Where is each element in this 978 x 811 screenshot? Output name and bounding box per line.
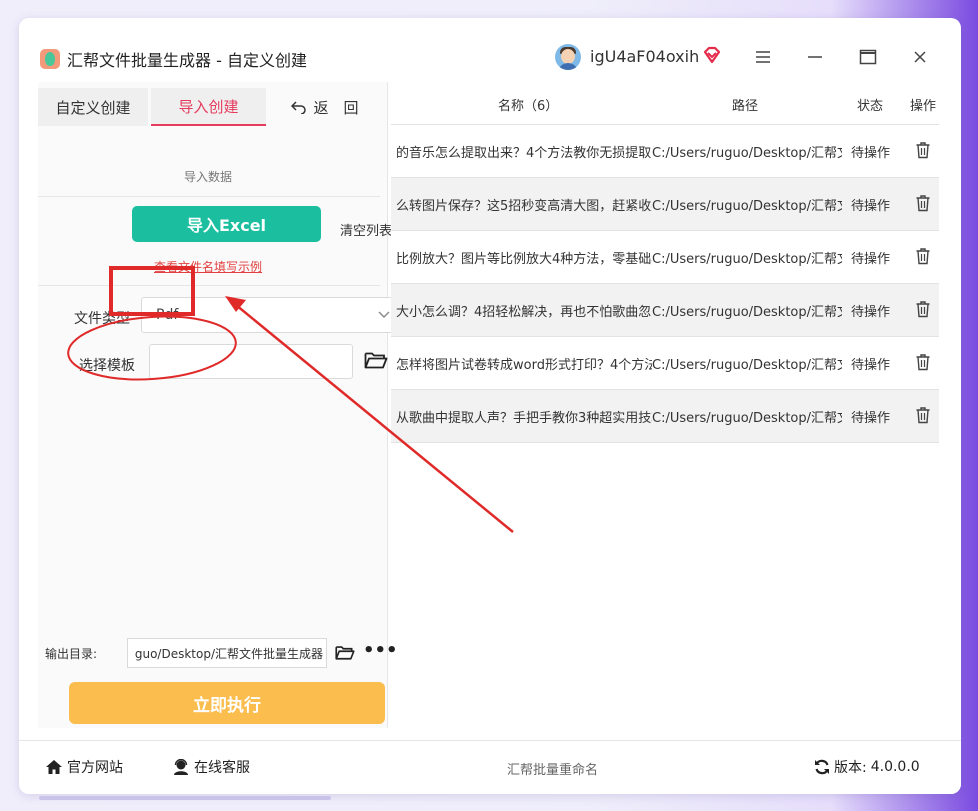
menu-icon[interactable] [752, 46, 774, 68]
header-status: 状态 [857, 99, 884, 114]
cell-status: 待操作 [851, 199, 891, 214]
run-now-button[interactable]: 立即执行 [69, 682, 385, 724]
output-dir-value: guo/Desktop/汇帮文件批量生成器 [134, 647, 323, 661]
header-action: 操作 [910, 99, 937, 114]
online-support-link[interactable]: 在线客服 [172, 757, 250, 777]
header-path: 路径 [732, 99, 759, 114]
output-dir-input[interactable]: guo/Desktop/汇帮文件批量生成器 [127, 638, 327, 668]
maximize-icon[interactable] [857, 46, 879, 68]
left-panel: 自定义创建 导入创建 返 回 导入数据 导入Excel 清空列表 查看文件名填写… [38, 82, 400, 728]
undo-icon [291, 101, 307, 114]
table-row[interactable]: 大小怎么调？4招轻松解决，再也不怕歌曲忽大 C:/Users/ruguo/Desk… [391, 283, 939, 336]
output-folder-icon[interactable] [335, 644, 355, 661]
import-excel-button[interactable]: 导入Excel [132, 206, 321, 242]
cell-name: 比例放大？图片等比例放大4种方法，零基础秒 [396, 252, 652, 267]
close-icon[interactable] [909, 46, 931, 68]
folder-open-icon[interactable] [364, 350, 388, 370]
decorative-bar [39, 796, 331, 800]
version-label: 版本: [834, 760, 867, 776]
cell-status: 待操作 [851, 411, 891, 426]
cell-path: C:/Users/ruguo/Desktop/汇帮文 [652, 305, 842, 320]
user-avatar[interactable] [555, 44, 581, 70]
chevron-down-icon [378, 311, 390, 318]
file-type-label: 文件类型 [74, 311, 130, 327]
trash-icon[interactable] [915, 141, 931, 159]
table-row[interactable]: 从歌曲中提取人声？手把手教你3种超实用技巧 C:/Users/ruguo/Desk… [391, 389, 939, 442]
divider [38, 285, 380, 286]
status-bar: 官方网站 在线客服 汇帮批量重命名 版本: 4.0.0.0 [19, 740, 961, 794]
table-row[interactable]: 怎样将图片试卷转成word形式打印？4个方法 C:/Users/ruguo/Des… [391, 336, 939, 389]
app-logo-icon [40, 49, 60, 69]
vip-diamond-icon[interactable] [702, 45, 722, 65]
minimize-icon[interactable] [804, 46, 826, 68]
title-bar: 汇帮文件批量生成器 - 自定义创建 igU4aF04oxih [19, 18, 961, 82]
cell-status: 待操作 [851, 146, 891, 161]
product-name: 汇帮批量重命名 [507, 763, 599, 778]
refresh-icon [815, 759, 829, 775]
cell-path: C:/Users/ruguo/Desktop/汇帮文 [652, 411, 842, 426]
template-label: 选择模板 [79, 358, 135, 374]
cell-name: 的音乐怎么提取出来？4个方法教你无损提取， [396, 146, 652, 161]
trash-icon[interactable] [915, 194, 931, 212]
app-window: 汇帮文件批量生成器 - 自定义创建 igU4aF04oxih 自定义创建 导入创… [19, 18, 961, 794]
cell-status: 待操作 [851, 252, 891, 267]
back-label: 返 回 [313, 98, 359, 117]
back-button[interactable]: 返 回 [270, 88, 380, 126]
output-dir-label: 输出目录: [45, 647, 98, 661]
cell-name: 大小怎么调？4招轻松解决，再也不怕歌曲忽大 [396, 305, 652, 320]
app-title: 汇帮文件批量生成器 - 自定义创建 [67, 51, 307, 70]
template-input[interactable] [149, 344, 353, 379]
table-row[interactable]: 的音乐怎么提取出来？4个方法教你无损提取， C:/Users/ruguo/Desk… [391, 124, 939, 177]
filename-example-link[interactable]: 查看文件名填写示例 [38, 258, 378, 275]
tab-custom-create[interactable]: 自定义创建 [38, 88, 148, 126]
version-number: 4.0.0.0 [870, 759, 920, 775]
table-bottom-border [391, 442, 939, 443]
trash-icon[interactable] [915, 300, 931, 318]
cell-path: C:/Users/ruguo/Desktop/汇帮文 [652, 252, 842, 267]
trash-icon[interactable] [915, 406, 931, 424]
cell-name: 从歌曲中提取人声？手把手教你3种超实用技巧 [396, 411, 652, 426]
cell-status: 待操作 [851, 305, 891, 320]
table-row[interactable]: 么转图片保存？这5招秒变高清大图，赶紧收藏 C:/Users/ruguo/Desk… [391, 177, 939, 230]
cell-name: 怎样将图片试卷转成word形式打印？4个方法 [396, 358, 652, 373]
file-type-select[interactable]: Pdf [141, 297, 400, 333]
cell-path: C:/Users/ruguo/Desktop/汇帮文 [652, 146, 842, 161]
version-info[interactable]: 版本: 4.0.0.0 [814, 757, 920, 777]
divider [38, 196, 380, 197]
header-name: 名称（6） [498, 99, 559, 114]
official-website-label: 官方网站 [67, 760, 123, 776]
tab-import-create[interactable]: 导入创建 [151, 88, 266, 126]
official-website-link[interactable]: 官方网站 [45, 757, 123, 777]
trash-icon[interactable] [915, 353, 931, 371]
cell-name: 么转图片保存？这5招秒变高清大图，赶紧收藏 [396, 199, 652, 214]
table-row[interactable]: 比例放大？图片等比例放大4种方法，零基础秒 C:/Users/ruguo/Desk… [391, 230, 939, 283]
support-agent-icon [174, 759, 188, 775]
online-support-label: 在线客服 [194, 760, 250, 776]
cell-path: C:/Users/ruguo/Desktop/汇帮文 [652, 199, 842, 214]
cell-path: C:/Users/ruguo/Desktop/汇帮文 [652, 358, 842, 373]
file-table: 名称（6） 路径 状态 操作 的音乐怎么提取出来？4个方法教你无损提取， C:/U… [391, 82, 961, 742]
home-icon [46, 760, 62, 774]
import-data-label: 导入数据 [183, 170, 232, 184]
cell-status: 待操作 [851, 358, 891, 373]
clear-list-button[interactable]: 清空列表 [340, 220, 392, 239]
user-name[interactable]: igU4aF04oxih [590, 47, 699, 66]
file-type-value: Pdf [156, 307, 179, 323]
trash-icon[interactable] [915, 247, 931, 265]
